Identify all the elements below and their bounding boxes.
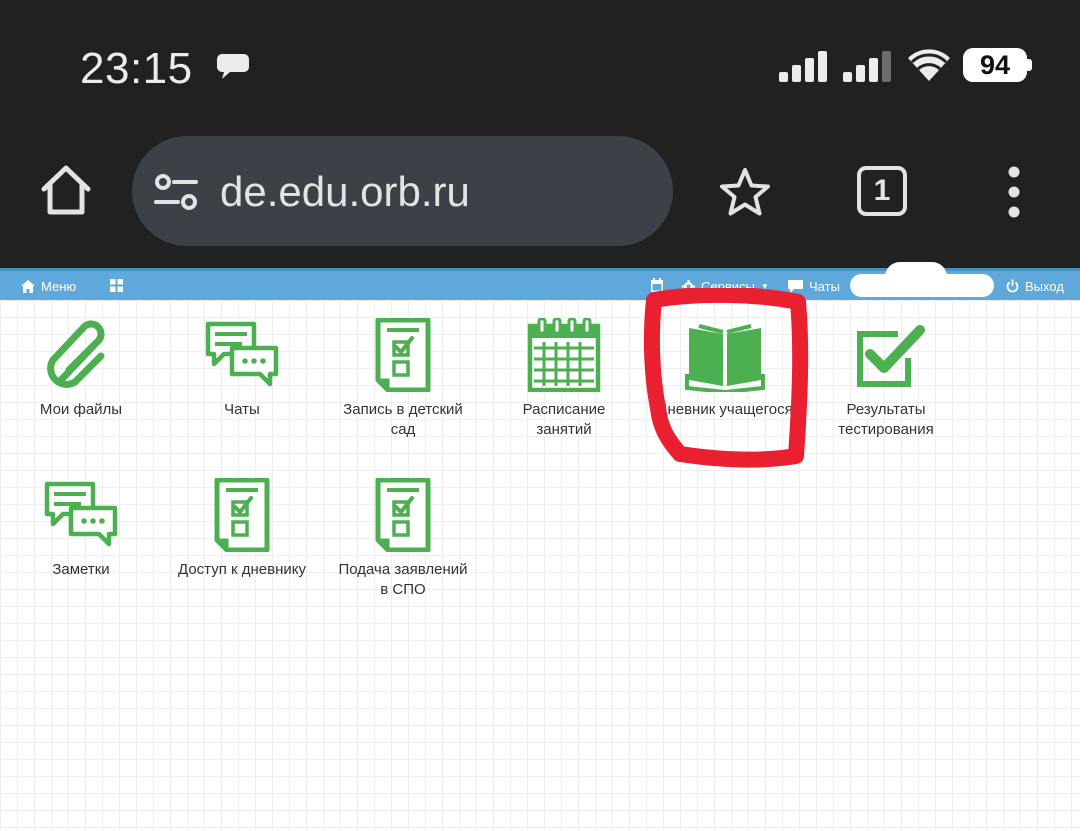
checkbox-checked-icon: [857, 325, 925, 387]
tile-kindergarten-enrollment[interactable]: Запись в детский сад: [333, 318, 473, 440]
message-notification-icon: [217, 54, 249, 79]
gear-icon: [682, 279, 695, 293]
browser-chrome: 23:15 94 de.edu.orb.ru 1: [0, 0, 1080, 268]
tile-student-diary[interactable]: Дневник учащегося: [655, 318, 795, 420]
user-avatar-redacted: [885, 262, 947, 292]
wifi-icon: [908, 49, 950, 81]
calendar-small-icon[interactable]: [651, 278, 663, 292]
url-text[interactable]: de.edu.orb.ru: [220, 168, 470, 216]
checklist-document-icon: [375, 478, 431, 552]
battery-level: 94: [963, 48, 1027, 82]
checklist-document-icon: [375, 318, 431, 392]
apps-grid-icon[interactable]: [110, 279, 123, 292]
services-grid: Мои файлы Чаты Запись в детский сад Расп…: [0, 300, 1080, 830]
site-settings-icon[interactable]: [154, 172, 198, 212]
logout-label: Выход: [1025, 278, 1064, 294]
checklist-document-icon: [214, 478, 270, 552]
tile-class-schedule[interactable]: Расписание занятий: [494, 318, 634, 440]
battery-tip: [1027, 59, 1032, 71]
power-icon: [1006, 279, 1019, 293]
signal-strength-icon: [779, 51, 827, 82]
tile-label: Дневник учащегося: [657, 401, 793, 418]
menu-label: Меню: [41, 278, 77, 294]
tile-my-files[interactable]: Мои файлы: [11, 318, 151, 420]
tile-diary-access[interactable]: Доступ к дневнику: [172, 478, 312, 580]
chats-label: Чаты: [809, 278, 840, 294]
home-icon[interactable]: [38, 162, 94, 218]
tile-label: Подача заявлений в СПО: [338, 561, 468, 598]
calendar-icon: [527, 318, 601, 392]
home-small-icon: [21, 279, 35, 293]
tile-label: Результаты тестирования: [838, 401, 934, 438]
tile-label: Доступ к дневнику: [178, 561, 306, 578]
tile-label: Заметки: [52, 561, 110, 578]
chat-bubbles-icon: [44, 481, 118, 547]
tile-notes[interactable]: Заметки: [11, 478, 151, 580]
bookmark-star-icon[interactable]: [718, 166, 772, 220]
services-label: Сервисы: [701, 278, 755, 294]
services-dropdown[interactable]: Сервисы ▼: [682, 276, 769, 296]
tab-switcher-button[interactable]: 1: [857, 166, 907, 216]
tile-test-results[interactable]: Результаты тестирования: [816, 318, 956, 440]
tile-chats[interactable]: Чаты: [172, 318, 312, 420]
paperclip-icon: [47, 320, 105, 388]
caret-down-icon: ▼: [760, 281, 769, 291]
tile-label: Запись в детский сад: [343, 401, 463, 438]
open-book-icon: [685, 324, 765, 392]
chat-bubbles-icon: [205, 321, 279, 387]
status-time: 23:15: [80, 44, 193, 93]
signal-strength-2-icon: [843, 51, 891, 82]
address-bar[interactable]: de.edu.orb.ru: [132, 136, 673, 246]
logout-link[interactable]: Выход: [1006, 276, 1064, 296]
tile-label: Мои файлы: [39, 401, 123, 418]
tile-label: Расписание занятий: [522, 401, 606, 438]
tile-spo-applications[interactable]: Подача заявлений в СПО: [333, 478, 473, 600]
more-menu-icon[interactable]: [1000, 166, 1028, 218]
tile-label: Чаты: [224, 401, 260, 418]
chats-link[interactable]: Чаты: [788, 276, 840, 296]
menu-link[interactable]: Меню: [21, 276, 76, 296]
comment-icon: [788, 279, 803, 293]
